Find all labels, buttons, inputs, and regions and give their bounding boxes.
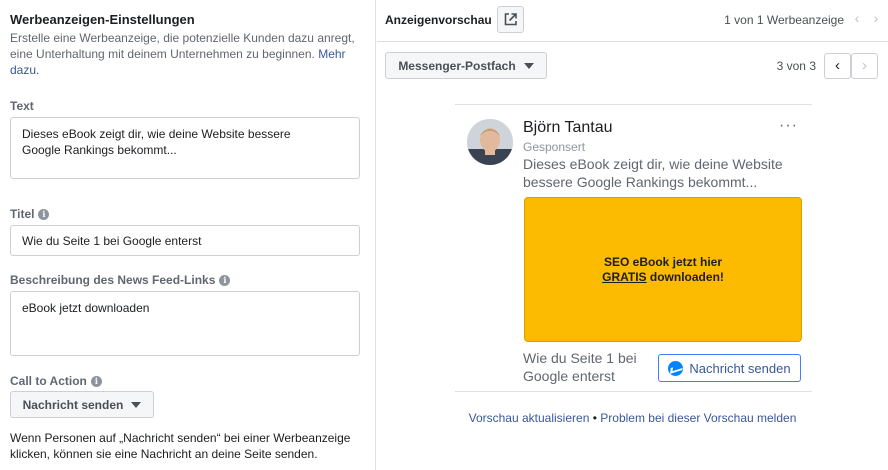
- ad-body-text: Dieses eBook zeigt dir, wie deine Websit…: [523, 156, 783, 190]
- send-message-label: Nachricht senden: [689, 360, 791, 376]
- separator: •: [592, 411, 597, 425]
- text-label: Text: [10, 99, 34, 113]
- placement-label: Messenger-Postfach: [398, 58, 516, 73]
- text-field[interactable]: Dieses eBook zeigt dir, wie deine Websit…: [10, 117, 360, 179]
- profile-photo-icon: [467, 119, 513, 165]
- ad-preview-panel: Anzeigenvorschau 1 von 1 Werbeanzeige ‹ …: [377, 0, 888, 470]
- preview-footer: Vorschau aktualisieren • Problem bei die…: [377, 411, 888, 425]
- ad-headline: Wie du Seite 1 bei Google enterst: [523, 350, 637, 384]
- cta-help-text: Wenn Personen auf „Nachricht senden“ bei…: [10, 431, 351, 461]
- cta-label-text: Call to Action: [10, 374, 87, 388]
- titel-label: Titel i: [10, 207, 50, 221]
- caret-down-icon: [523, 62, 534, 69]
- more-options-icon[interactable]: ···: [779, 117, 798, 135]
- settings-title: Werbeanzeigen-Einstellungen: [10, 12, 195, 27]
- ad-image-line1: SEO eBook jetzt hier: [603, 254, 723, 269]
- refresh-preview-link[interactable]: Vorschau aktualisieren: [469, 411, 590, 425]
- ad-image[interactable]: SEO eBook jetzt hier GRATIS downloaden!: [524, 197, 802, 342]
- titel-field[interactable]: Wie du Seite 1 bei Google enterst: [10, 225, 360, 256]
- ad-settings-panel: Werbeanzeigen-Einstellungen Erstelle ein…: [0, 0, 376, 470]
- external-link-icon: [504, 13, 517, 26]
- info-icon[interactable]: i: [219, 274, 231, 286]
- messenger-icon: [668, 360, 684, 376]
- page-name[interactable]: Björn Tantau: [523, 119, 613, 137]
- avatar: [467, 119, 513, 165]
- next-ad-chevron-icon[interactable]: ›: [869, 9, 883, 27]
- ad-image-line2: GRATIS downloaden!: [602, 270, 724, 285]
- next-placement-button[interactable]: ›: [851, 53, 878, 79]
- sponsored-label: Gesponsert: [523, 140, 586, 154]
- placement-dropdown[interactable]: Messenger-Postfach: [385, 52, 547, 79]
- preview-header: Anzeigenvorschau 1 von 1 Werbeanzeige ‹ …: [377, 0, 888, 42]
- prev-placement-button[interactable]: ‹: [824, 53, 851, 79]
- ad-preview-card: Björn Tantau Gesponsert ··· Dieses eBook…: [455, 104, 812, 392]
- info-icon[interactable]: i: [38, 208, 50, 220]
- description-label: Beschreibung des News Feed-Links i: [10, 273, 231, 287]
- ad-image-gratis: GRATIS: [602, 269, 647, 284]
- titel-label-text: Titel: [10, 207, 35, 221]
- description-label-text: Beschreibung des News Feed-Links: [10, 273, 216, 287]
- info-icon[interactable]: i: [90, 375, 102, 387]
- ad-count: 1 von 1 Werbeanzeige: [724, 13, 844, 27]
- settings-description: Erstelle eine Werbeanzeige, die potenzie…: [10, 30, 366, 78]
- settings-description-text: Erstelle eine Werbeanzeige, die potenzie…: [10, 31, 355, 61]
- ad-image-line2-rest: downloaden!: [646, 269, 724, 284]
- text-label-text: Text: [10, 99, 34, 113]
- caret-down-icon: [131, 401, 142, 408]
- report-problem-link[interactable]: Problem bei dieser Vorschau melden: [600, 411, 796, 425]
- cta-dropdown-label: Nachricht senden: [22, 397, 124, 412]
- prev-ad-chevron-icon[interactable]: ‹: [850, 9, 864, 27]
- description-field[interactable]: eBook jetzt downloaden: [10, 291, 360, 356]
- send-message-button[interactable]: Nachricht senden: [658, 354, 801, 382]
- open-external-button[interactable]: [497, 6, 524, 33]
- placement-position: 3 von 3: [776, 59, 816, 73]
- cta-label: Call to Action i: [10, 374, 102, 388]
- preview-title: Anzeigenvorschau: [385, 13, 492, 27]
- cta-dropdown[interactable]: Nachricht senden: [10, 391, 154, 418]
